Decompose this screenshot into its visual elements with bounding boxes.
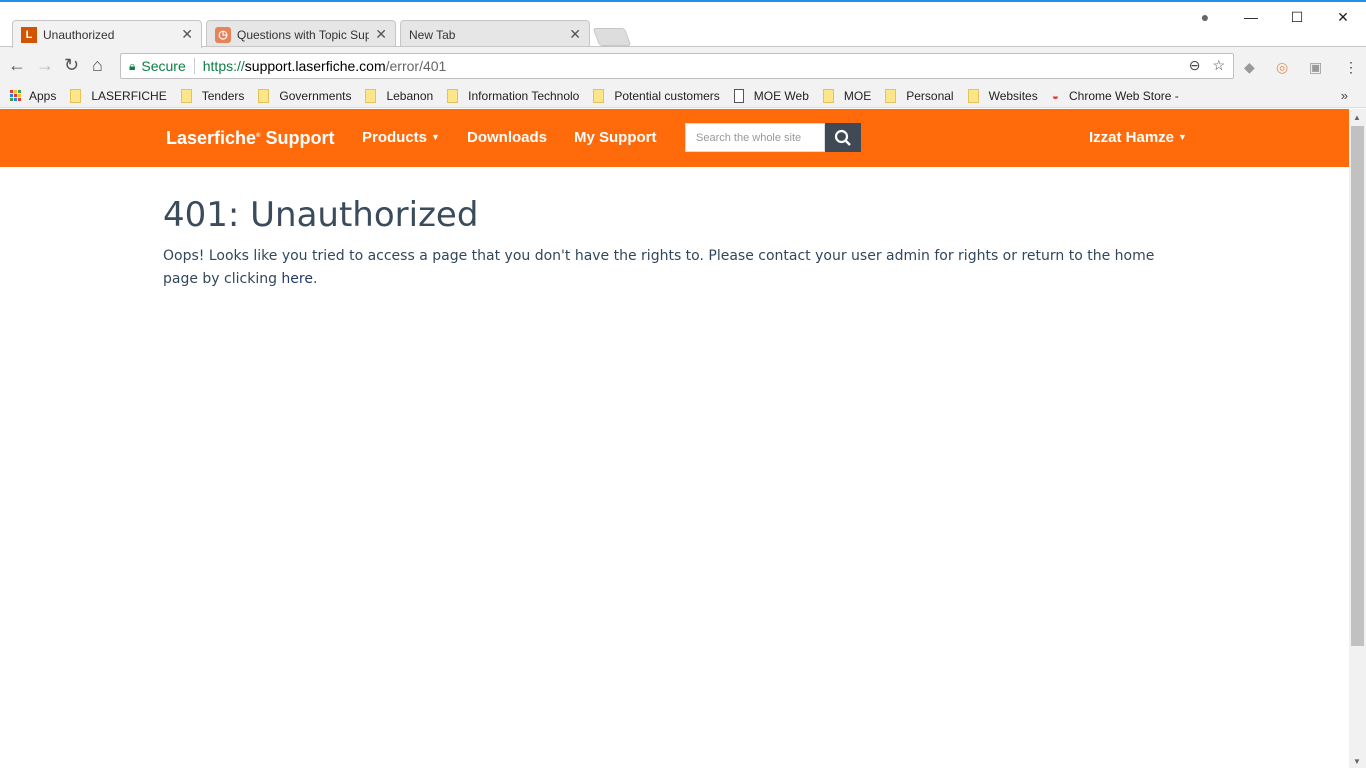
scrollbar[interactable]: ▲ ▼ [1349, 109, 1366, 768]
apps-grid-icon [10, 90, 21, 101]
tab-new-tab[interactable]: New Tab ✕ [400, 20, 590, 48]
error-message: Oops! Looks like you tried to access a p… [163, 245, 1163, 291]
search-button[interactable] [825, 123, 861, 152]
url-host: support.laserfiche.com [244, 58, 386, 74]
bookmark-label: MOE Web [753, 88, 809, 103]
site-search-input[interactable]: Search the whole site [685, 123, 825, 152]
zoom-icon[interactable]: ⊖ [1189, 57, 1201, 74]
bookmark-label: Information Technolo [468, 88, 580, 103]
forward-button[interactable]: → [36, 55, 54, 76]
close-tab-icon[interactable]: ✕ [181, 26, 193, 43]
bookmark-label: Apps [29, 88, 57, 103]
bookmark-folder[interactable]: Potential customers [593, 88, 720, 103]
bookmark-label: Governments [279, 88, 352, 103]
bookmark-folder[interactable]: Tenders [180, 88, 245, 103]
nav-products[interactable]: Products ▼ [362, 129, 440, 146]
lock-icon: 🔒︎ [129, 58, 136, 73]
home-link[interactable]: here [281, 271, 313, 287]
nav-my-support[interactable]: My Support [574, 129, 657, 146]
back-button[interactable]: ← [8, 55, 26, 76]
extension-icon[interactable]: ◆ [1244, 59, 1255, 76]
bookmark-folder[interactable]: MOE [822, 88, 872, 103]
folder-icon [258, 88, 270, 103]
close-tab-icon[interactable]: ✕ [375, 26, 387, 43]
extension-icon[interactable]: ▣ [1309, 59, 1322, 76]
url-path: /error/401 [385, 58, 447, 74]
bookmark-star-icon[interactable]: ☆ [1212, 57, 1225, 74]
address-bar[interactable]: 🔒︎ Secure https://support.laserfiche.com… [120, 53, 1234, 79]
scroll-up-icon[interactable]: ▲ [1353, 113, 1361, 122]
bookmark-label: Lebanon [386, 88, 434, 103]
bookmark-folder[interactable]: Personal [885, 88, 954, 103]
folder-icon [885, 88, 897, 103]
profile-icon[interactable]: ● [1182, 6, 1228, 28]
user-menu[interactable]: Izzat Hamze ▼ [1089, 129, 1187, 146]
brand-suffix: Support [265, 128, 335, 148]
site-logo[interactable]: Laserfiche® Support [166, 128, 334, 149]
tab-strip: L Unauthorized ✕ ◷ Questions with Topic … [0, 2, 1366, 48]
bookmark-apps[interactable]: Apps [10, 89, 56, 103]
cookie-extension-icon[interactable]: ◎ [1276, 59, 1288, 76]
folder-icon [822, 88, 834, 103]
bookmark-chrome-web-store[interactable]: ◒ Chrome Web Store - [1052, 89, 1179, 103]
brand-name: Laserfiche [166, 128, 257, 148]
reload-button[interactable]: ↻ [64, 55, 79, 76]
page-title: 401: Unauthorized [163, 195, 479, 235]
nav-label: Products [362, 129, 428, 146]
bookmark-label: LASERFICHE [91, 88, 167, 103]
chrome-store-icon: ◒ [1051, 88, 1059, 103]
nav-downloads[interactable]: Downloads [467, 129, 547, 146]
close-tab-icon[interactable]: ✕ [569, 26, 581, 43]
site-header: Laserfiche® Support Products ▼ Downloads … [0, 109, 1349, 167]
folder-icon [180, 88, 192, 103]
tab-title: Questions with Topic Support [237, 27, 370, 42]
close-window-button[interactable]: ✕ [1320, 6, 1366, 28]
bookmark-folder[interactable]: Websites [967, 88, 1038, 103]
bookmark-label: Websites [988, 88, 1038, 103]
browser-toolbar: ← → ↻ ⌂ 🔒︎ Secure https://support.laserf… [0, 46, 1366, 84]
tab-title: New Tab [409, 27, 456, 42]
bookmarks-bar: Apps LASERFICHE Tenders Governments Leba… [0, 84, 1366, 108]
folder-icon [447, 88, 459, 103]
scrollbar-thumb[interactable] [1351, 126, 1364, 646]
tab-unauthorized[interactable]: L Unauthorized ✕ [12, 20, 202, 48]
folder-icon [70, 88, 82, 103]
bookmark-label: Tenders [201, 88, 245, 103]
page-icon [733, 88, 744, 103]
caret-down-icon: ▼ [431, 132, 440, 142]
message-end: . [312, 271, 318, 287]
bookmark-label: Personal [906, 88, 954, 103]
folder-icon [967, 88, 979, 103]
bookmark-label: Potential customers [614, 88, 720, 103]
search-icon [834, 129, 851, 146]
laserfiche-favicon-icon: L [21, 26, 37, 43]
home-button[interactable]: ⌂ [92, 55, 103, 76]
scroll-down-icon[interactable]: ▼ [1353, 757, 1361, 766]
new-tab-button[interactable] [592, 28, 632, 46]
bookmark-folder[interactable]: Governments [258, 88, 352, 103]
bookmark-page[interactable]: MOE Web [733, 88, 809, 103]
clock-favicon-icon: ◷ [215, 26, 231, 43]
url-scheme: https:// [202, 58, 245, 74]
maximize-button[interactable]: ☐ [1274, 6, 1320, 28]
caret-down-icon: ▼ [1178, 132, 1187, 142]
menu-icon[interactable]: ⋮ [1344, 59, 1358, 76]
folder-icon [593, 88, 605, 103]
bookmark-folder[interactable]: Lebanon [365, 88, 434, 103]
secure-label: Secure [141, 58, 186, 74]
bookmark-folder[interactable]: LASERFICHE [70, 88, 167, 103]
bookmark-label: MOE [843, 88, 872, 103]
user-name: Izzat Hamze [1089, 129, 1175, 146]
minimize-button[interactable]: — [1228, 6, 1274, 28]
main-content: 401: Unauthorized Oops! Looks like you t… [163, 195, 1163, 291]
bookmark-label: Chrome Web Store - [1068, 88, 1179, 103]
bookmark-folder[interactable]: Information Technolo [447, 88, 580, 103]
more-bookmarks-icon[interactable]: » [1341, 88, 1348, 103]
tab-title: Unauthorized [43, 27, 115, 42]
tab-questions[interactable]: ◷ Questions with Topic Support ✕ [206, 20, 396, 48]
folder-icon [365, 88, 377, 103]
